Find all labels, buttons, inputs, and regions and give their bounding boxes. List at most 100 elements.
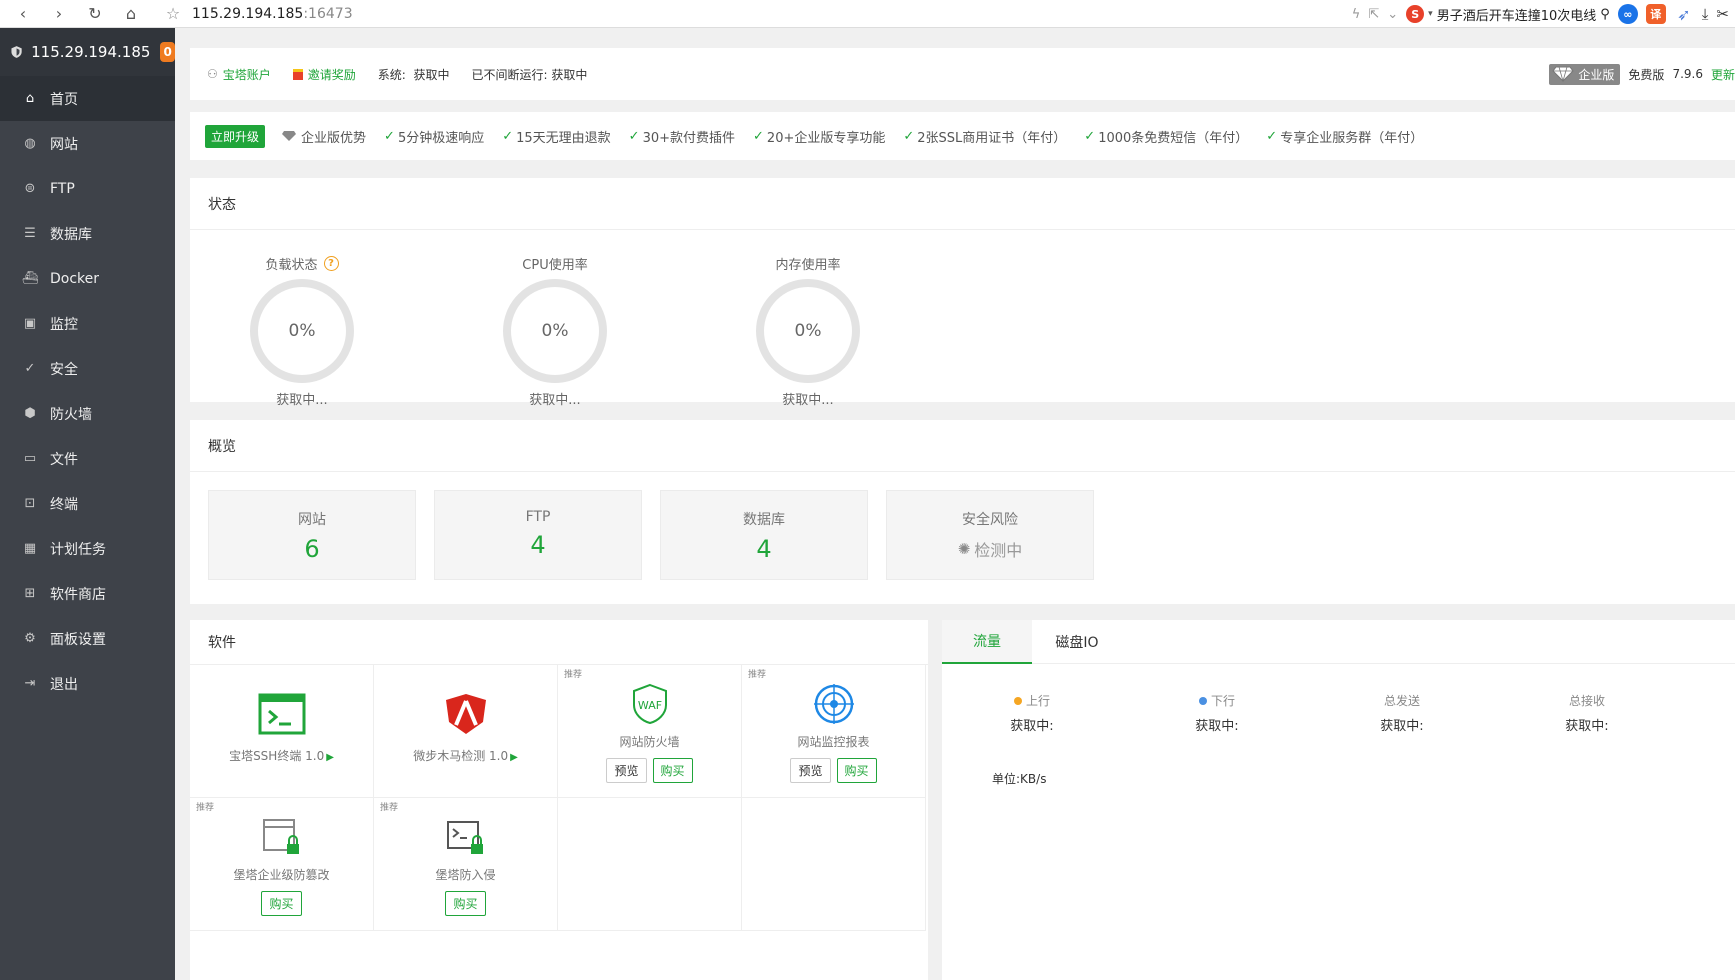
sidebar-item-label: 网站 xyxy=(50,136,78,153)
play-icon[interactable]: ▶ xyxy=(326,752,334,763)
sidebar-item-ftp[interactable]: ⊜ FTP xyxy=(0,166,175,211)
traffic-tabs: 流量 磁盘IO xyxy=(942,620,1735,664)
overview-ftp[interactable]: FTP 4 xyxy=(434,490,642,580)
translate-icon[interactable]: 译 xyxy=(1645,4,1666,24)
buy-button[interactable]: 购买 xyxy=(261,891,302,916)
extension-bird-icon[interactable]: ➶ xyxy=(1674,4,1694,24)
sidebar-item-terminal[interactable]: ⊡ 终端 xyxy=(0,481,175,526)
software-item-malware-scan[interactable]: 微步木马检测 1.0 ▶ xyxy=(374,665,558,798)
stat-label-text: 上行 xyxy=(1025,694,1050,708)
home-icon[interactable]: ⌂ xyxy=(116,2,146,26)
sidebar-item-firewall[interactable]: ⬢ 防火墙 xyxy=(0,391,175,436)
back-icon[interactable]: ‹ xyxy=(8,2,38,26)
extension-infinity-icon[interactable]: ∞ xyxy=(1617,4,1638,24)
sidebar-item-files[interactable]: ▭ 文件 xyxy=(0,436,175,481)
enterprise-badge[interactable]: 企业版 xyxy=(1549,63,1621,85)
sidebar-item-monitor[interactable]: ▣ 监控 xyxy=(0,301,175,346)
reload-icon[interactable]: ↻ xyxy=(80,2,110,26)
share-icon[interactable]: ⇱ xyxy=(1368,7,1379,22)
sidebar-item-cron[interactable]: ▦ 计划任务 xyxy=(0,526,175,571)
promo-feature: ✓ 专享企业服务群（年付） xyxy=(1266,127,1423,146)
invite-link[interactable]: 邀请奖励 xyxy=(292,66,356,83)
update-link[interactable]: 更新 xyxy=(1711,66,1735,83)
feature-text: 2张SSL商用证书（年付） xyxy=(917,130,1067,146)
software-name-text: 微步木马检测 1.0 xyxy=(413,749,509,763)
sidebar-item-home[interactable]: ⌂ 首页 xyxy=(0,76,175,121)
diamond-icon xyxy=(1552,66,1575,82)
tab-traffic[interactable]: 流量 xyxy=(942,620,1032,664)
overview-databases[interactable]: 数据库 4 xyxy=(660,490,868,580)
preview-button[interactable]: 预览 xyxy=(790,758,831,783)
gauge-status: 获取中... xyxy=(782,393,834,408)
browser-search[interactable]: S ▾ 男子酒后开车连撞10次电线 ⚲ xyxy=(1406,5,1610,24)
home-icon: ⌂ xyxy=(25,91,35,106)
overview-detecting: ✺ 检测中 xyxy=(887,537,1093,561)
sidebar-menu: ⌂ 首页 ◍ 网站 ⊜ FTP ☰ 数据库 ⛴ Docker ▣ 监控 ✓ 安全 ⬢ 防火墙 ▭… xyxy=(0,76,175,706)
forward-icon[interactable]: › xyxy=(44,2,74,26)
gauge-ring[interactable]: 0% xyxy=(503,279,607,383)
buy-button[interactable]: 购买 xyxy=(652,758,693,783)
sidebar-item-website[interactable]: ◍ 网站 xyxy=(0,121,175,166)
download-icon[interactable]: ⤓ xyxy=(1702,5,1709,23)
sidebar-item-store[interactable]: ⊞ 软件商店 xyxy=(0,571,175,616)
overview-value[interactable]: 4 xyxy=(661,535,867,563)
traffic-panel: 流量 磁盘IO 上行 获取中: 下行 获取中: 总发送 获取中: 总接收 获取中… xyxy=(942,620,1735,980)
sidebar-item-label: FTP xyxy=(50,180,75,197)
overview-security-risk[interactable]: 安全风险 ✺ 检测中 xyxy=(886,490,1094,580)
bookmark-star-icon[interactable]: ☆ xyxy=(160,4,186,23)
help-icon[interactable]: ? xyxy=(323,256,339,271)
scissors-icon[interactable]: ✂ xyxy=(1716,5,1729,23)
check-icon: ✓ xyxy=(628,128,640,144)
overview-value[interactable]: 6 xyxy=(209,535,415,563)
sidebar-item-security[interactable]: ✓ 安全 xyxy=(0,346,175,391)
recommend-tag: 推荐 xyxy=(748,670,767,680)
ftp-icon: ⊜ xyxy=(24,181,36,196)
address-bar[interactable]: 115.29.194.185:16473 xyxy=(192,6,353,22)
status-panel: 状态 负载状态? 0% 获取中... CPU使用率 0% 获取中... 内存使用… xyxy=(190,178,1735,408)
overview-value[interactable]: 4 xyxy=(435,531,641,559)
feature-text: 30+款付费插件 xyxy=(642,130,736,146)
software-name: 网站防火墙 xyxy=(619,735,680,749)
sidebar-item-docker[interactable]: ⛴ Docker xyxy=(0,256,175,301)
buy-button[interactable]: 购买 xyxy=(836,758,877,783)
check-icon: ✓ xyxy=(502,128,514,144)
upgrade-button[interactable]: 立即升级 xyxy=(205,124,266,148)
shield-a-icon xyxy=(445,694,486,734)
tab-disk-io[interactable]: 磁盘IO xyxy=(1032,620,1122,664)
preview-button[interactable]: 预览 xyxy=(606,758,647,783)
calendar-icon: ▦ xyxy=(23,541,37,556)
software-item-site-monitor[interactable]: 推荐 网站监控报表 预览 购买 xyxy=(742,665,926,798)
url-host: 115.29.194.185 xyxy=(192,5,304,22)
spinner-icon: ✺ xyxy=(957,540,971,558)
gauge-ring[interactable]: 0% xyxy=(756,279,860,383)
overview-websites[interactable]: 网站 6 xyxy=(208,490,416,580)
system-value: 获取中 xyxy=(413,67,450,82)
software-item-intrusion-prevention[interactable]: 推荐 堡塔防入侵 购买 xyxy=(374,798,558,931)
software-item-waf[interactable]: 推荐 WAF 网站防火墙 预览 购买 xyxy=(558,665,742,798)
search-icon[interactable]: ⚲ xyxy=(1600,7,1610,22)
gauge-ring[interactable]: 0% xyxy=(250,279,354,383)
engine-dropdown-icon[interactable]: ▾ xyxy=(1428,9,1433,19)
sidebar-item-label: 文件 xyxy=(50,451,78,468)
software-name[interactable]: 微步木马检测 1.0 ▶ xyxy=(374,747,557,764)
lightning-icon[interactable]: ϟ xyxy=(1352,7,1361,22)
gauge-label: 负载状态? xyxy=(222,254,382,273)
play-icon[interactable]: ▶ xyxy=(510,752,518,763)
software-item-tamper-proof[interactable]: 推荐 堡塔企业级防篡改 购买 xyxy=(190,798,374,931)
radar-icon xyxy=(813,684,854,724)
software-item-ssh[interactable]: 宝塔SSH终端 1.0 ▶ xyxy=(190,665,374,798)
chevron-down-icon[interactable]: ⌄ xyxy=(1387,7,1398,22)
gauge-label: 内存使用率 xyxy=(775,258,841,273)
message-badge[interactable]: 0 xyxy=(160,42,175,62)
promo-feature: ✓ 1000条免费短信（年付） xyxy=(1084,127,1248,146)
sidebar-item-database[interactable]: ☰ 数据库 xyxy=(0,211,175,256)
sidebar-item-settings[interactable]: ⚙ 面板设置 xyxy=(0,616,175,661)
promo-title-text: 企业版优势 xyxy=(301,130,367,146)
sidebar-item-logout[interactable]: ⇥ 退出 xyxy=(0,661,175,706)
uptime-info: 已不间断运行: 获取中 xyxy=(472,66,588,83)
software-name[interactable]: 宝塔SSH终端 1.0 ▶ xyxy=(190,747,373,764)
account-link[interactable]: ⚇ 宝塔账户 xyxy=(207,66,271,83)
buy-button[interactable]: 购买 xyxy=(445,891,486,916)
overview-label: 数据库 xyxy=(743,512,785,528)
check-icon: ✓ xyxy=(903,128,915,144)
